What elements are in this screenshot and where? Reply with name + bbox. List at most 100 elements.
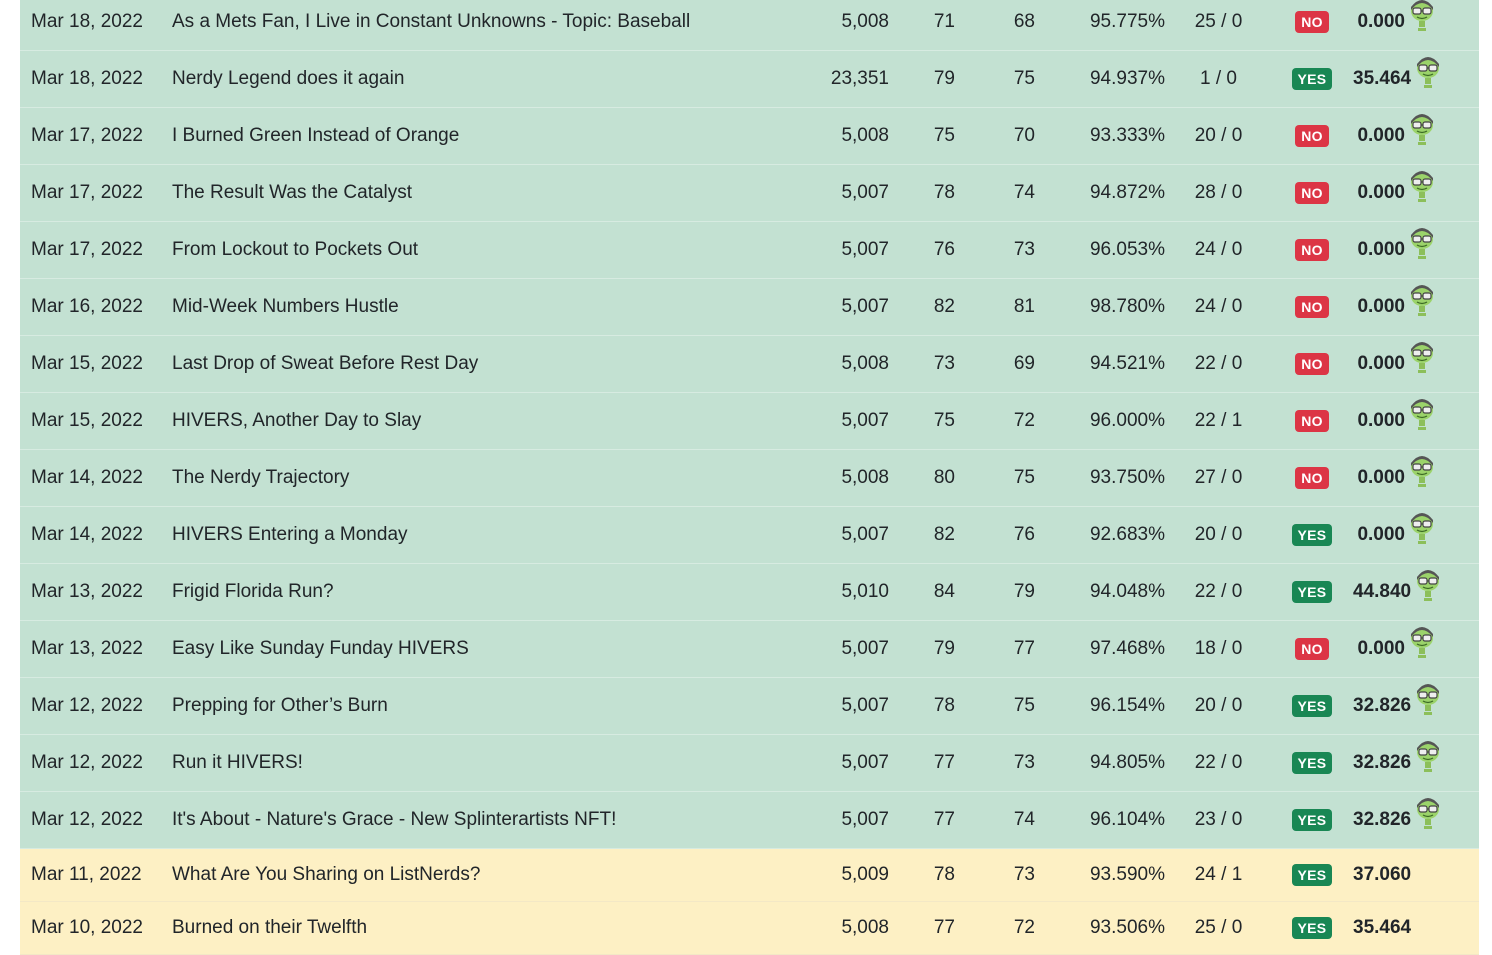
post-title-link[interactable]: HIVERS, Another Day to Slay: [160, 392, 782, 450]
post-title-link[interactable]: Frigid Florida Run?: [160, 563, 782, 621]
table-row[interactable]: Mar 12, 2022 Prepping for Other’s Burn 5…: [20, 677, 1479, 735]
post-payout-cell: 0.000: [1353, 107, 1479, 165]
table-row[interactable]: Mar 15, 2022 HIVERS, Another Day to Slay…: [20, 392, 1479, 450]
post-word-count: 5,008: [782, 449, 890, 507]
posts-table-body: Mar 18, 2022 As a Mets Fan, I Live in Co…: [20, 0, 1479, 955]
post-word-count: 5,010: [782, 563, 890, 621]
post-title-link[interactable]: Last Drop of Sweat Before Rest Day: [160, 335, 782, 393]
post-word-count: 5,008: [782, 335, 890, 393]
table-row[interactable]: Mar 13, 2022 Frigid Florida Run? 5,010 8…: [20, 563, 1479, 621]
post-metric-a: 78: [890, 848, 956, 902]
post-date: Mar 13, 2022: [20, 620, 160, 678]
post-payout: 35.464: [1353, 917, 1412, 938]
post-title-link[interactable]: Mid-Week Numbers Hustle: [160, 278, 782, 336]
post-metric-b: 73: [956, 848, 1036, 902]
status-badge: NO: [1295, 239, 1329, 261]
post-date: Mar 17, 2022: [20, 107, 160, 165]
post-payout: 35.464: [1353, 68, 1412, 90]
post-percentage: 93.590%: [1036, 848, 1166, 902]
post-percentage: 94.872%: [1036, 164, 1166, 222]
table-row[interactable]: Mar 10, 2022 Burned on their Twelfth 5,0…: [20, 901, 1479, 955]
post-metric-a: 82: [890, 506, 956, 564]
table-row[interactable]: Mar 12, 2022 Run it HIVERS! 5,007 77 73 …: [20, 734, 1479, 792]
status-badge: YES: [1291, 864, 1333, 886]
post-metric-a: 78: [890, 677, 956, 735]
posts-table: Mar 18, 2022 As a Mets Fan, I Live in Co…: [20, 0, 1479, 955]
post-date: Mar 10, 2022: [20, 901, 160, 955]
post-metric-a: 79: [890, 620, 956, 678]
post-status-cell: NO: [1271, 164, 1353, 222]
post-status-cell: YES: [1271, 506, 1353, 564]
post-metric-a: 84: [890, 563, 956, 621]
post-payout: 44.840: [1353, 581, 1412, 603]
table-row[interactable]: Mar 14, 2022 HIVERS Entering a Monday 5,…: [20, 506, 1479, 564]
post-ratio: 25 / 0: [1166, 901, 1271, 955]
post-status-cell: YES: [1271, 677, 1353, 735]
post-title-link[interactable]: Easy Like Sunday Funday HIVERS: [160, 620, 782, 678]
post-title-link[interactable]: As a Mets Fan, I Live in Constant Unknow…: [160, 0, 782, 51]
post-payout-cell: 0.000: [1353, 449, 1479, 507]
post-title-link[interactable]: I Burned Green Instead of Orange: [160, 107, 782, 165]
post-payout-cell: 32.826: [1353, 734, 1479, 792]
post-ratio: 25 / 0: [1166, 0, 1271, 51]
table-row[interactable]: Mar 13, 2022 Easy Like Sunday Funday HIV…: [20, 620, 1479, 678]
post-metric-b: 75: [956, 50, 1036, 108]
post-payout-cell: 44.840: [1353, 563, 1479, 621]
nerd-avatar-icon: [1409, 170, 1435, 210]
post-title-link[interactable]: What Are You Sharing on ListNerds?: [160, 848, 782, 902]
post-title-link[interactable]: HIVERS Entering a Monday: [160, 506, 782, 564]
post-date: Mar 12, 2022: [20, 677, 160, 735]
table-row[interactable]: Mar 18, 2022 Nerdy Legend does it again …: [20, 50, 1479, 108]
post-metric-a: 80: [890, 449, 956, 507]
post-status-cell: NO: [1271, 278, 1353, 336]
post-title-link[interactable]: The Nerdy Trajectory: [160, 449, 782, 507]
posts-table-container: Mar 18, 2022 As a Mets Fan, I Live in Co…: [20, 0, 1479, 955]
table-row[interactable]: Mar 17, 2022 From Lockout to Pockets Out…: [20, 221, 1479, 279]
post-status-cell: YES: [1271, 734, 1353, 792]
post-date: Mar 12, 2022: [20, 791, 160, 849]
post-percentage: 98.780%: [1036, 278, 1166, 336]
post-metric-b: 68: [956, 0, 1036, 51]
post-ratio: 22 / 0: [1166, 335, 1271, 393]
status-badge: NO: [1295, 410, 1329, 432]
nerd-avatar-icon: [1409, 0, 1435, 39]
table-row[interactable]: Mar 14, 2022 The Nerdy Trajectory 5,008 …: [20, 449, 1479, 507]
post-status-cell: NO: [1271, 392, 1353, 450]
nerd-avatar-icon: [1415, 56, 1441, 96]
post-title-link[interactable]: The Result Was the Catalyst: [160, 164, 782, 222]
table-row[interactable]: Mar 17, 2022 The Result Was the Catalyst…: [20, 164, 1479, 222]
post-word-count: 5,007: [782, 734, 890, 792]
post-metric-a: 77: [890, 734, 956, 792]
post-word-count: 23,351: [782, 50, 890, 108]
table-row[interactable]: Mar 18, 2022 As a Mets Fan, I Live in Co…: [20, 0, 1479, 51]
post-metric-b: 74: [956, 164, 1036, 222]
post-status-cell: NO: [1271, 0, 1353, 51]
post-percentage: 94.937%: [1036, 50, 1166, 108]
post-word-count: 5,007: [782, 677, 890, 735]
post-ratio: 18 / 0: [1166, 620, 1271, 678]
post-title-link[interactable]: Nerdy Legend does it again: [160, 50, 782, 108]
post-ratio: 28 / 0: [1166, 164, 1271, 222]
status-badge: YES: [1291, 752, 1333, 774]
post-title-link[interactable]: From Lockout to Pockets Out: [160, 221, 782, 279]
post-title-link[interactable]: It's About - Nature's Grace - New Splint…: [160, 791, 782, 849]
post-title-link[interactable]: Prepping for Other’s Burn: [160, 677, 782, 735]
table-row[interactable]: Mar 11, 2022 What Are You Sharing on Lis…: [20, 848, 1479, 902]
post-ratio: 22 / 0: [1166, 734, 1271, 792]
post-percentage: 94.048%: [1036, 563, 1166, 621]
post-word-count: 5,007: [782, 278, 890, 336]
status-badge: YES: [1291, 809, 1333, 831]
post-metric-b: 70: [956, 107, 1036, 165]
status-badge: NO: [1295, 467, 1329, 489]
post-date: Mar 14, 2022: [20, 506, 160, 564]
nerd-avatar-icon: [1415, 683, 1441, 723]
table-row[interactable]: Mar 17, 2022 I Burned Green Instead of O…: [20, 107, 1479, 165]
post-payout-cell: 35.464: [1353, 50, 1479, 108]
nerd-avatar-icon: [1415, 740, 1441, 780]
table-row[interactable]: Mar 16, 2022 Mid-Week Numbers Hustle 5,0…: [20, 278, 1479, 336]
table-row[interactable]: Mar 15, 2022 Last Drop of Sweat Before R…: [20, 335, 1479, 393]
post-payout-cell: 0.000: [1353, 335, 1479, 393]
post-title-link[interactable]: Run it HIVERS!: [160, 734, 782, 792]
table-row[interactable]: Mar 12, 2022 It's About - Nature's Grace…: [20, 791, 1479, 849]
post-title-link[interactable]: Burned on their Twelfth: [160, 901, 782, 955]
